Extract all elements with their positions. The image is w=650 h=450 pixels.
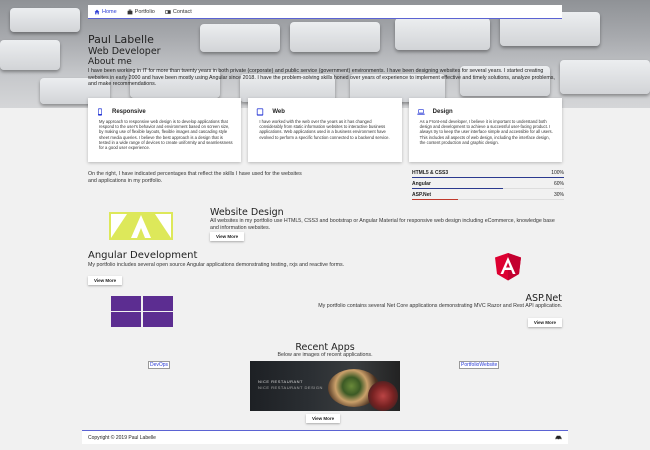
card-design: Design As a Front-end developer, I belie… bbox=[408, 98, 562, 162]
food-plate-image bbox=[368, 381, 398, 411]
skill-name: ASP.Net bbox=[412, 192, 432, 198]
hero-name: Paul Labelle bbox=[88, 33, 154, 46]
angular-title: Angular Development bbox=[88, 250, 198, 261]
website-design-view-more-button[interactable]: View More bbox=[210, 232, 245, 241]
hero-text: Paul Labelle Web Developer About me I ha… bbox=[88, 34, 558, 88]
nav-contact-label: Contact bbox=[172, 8, 192, 15]
skill-name: HTML5 & CSS3 bbox=[412, 170, 449, 176]
skill-name: Angular bbox=[412, 181, 431, 187]
angular-logo-icon bbox=[495, 253, 521, 281]
screenshot-heading: NICE RESTAURANT bbox=[258, 379, 303, 384]
skill-bar bbox=[412, 177, 564, 178]
card-text: As a Front-end developer, I believe it i… bbox=[419, 119, 553, 145]
top-navbar: Home Portfolio Contact bbox=[88, 5, 562, 19]
angular-text: My portfolio includes several open sourc… bbox=[88, 262, 345, 268]
recent-apps-view-more-button[interactable]: View More bbox=[306, 414, 341, 423]
recent-apps-subtitle: Below are images of recent applications. bbox=[277, 352, 373, 358]
card-web: Web I have worked with the web over the … bbox=[248, 98, 402, 162]
skill-percent: 60% bbox=[553, 181, 564, 187]
skill-item: HTML5 & CSS3 100% bbox=[412, 170, 564, 178]
card-text: I have worked with the web over the year… bbox=[259, 119, 390, 140]
nav-portfolio[interactable]: Portfolio bbox=[127, 9, 155, 15]
feature-cards: Responsive My approach to responsive web… bbox=[88, 98, 562, 162]
nav-contact[interactable]: Contact bbox=[165, 9, 192, 15]
nav-home[interactable]: Home bbox=[94, 9, 117, 15]
card-title: Web bbox=[272, 109, 285, 115]
keyboard-key bbox=[560, 60, 650, 94]
website-design-text: All websites in my portfolio use HTML5, … bbox=[210, 218, 555, 231]
card-responsive: Responsive My approach to responsive web… bbox=[88, 98, 242, 162]
angular-view-more-button[interactable]: View More bbox=[88, 276, 123, 285]
keyboard-key bbox=[0, 40, 60, 70]
skill-percent: 30% bbox=[553, 192, 564, 198]
car-icon[interactable] bbox=[555, 435, 562, 440]
mobile-icon bbox=[98, 108, 102, 116]
aspnet-view-more-button[interactable]: View More bbox=[527, 318, 562, 327]
card-header: Web bbox=[256, 108, 393, 116]
briefcase-icon bbox=[127, 9, 133, 14]
nav-portfolio-label: Portfolio bbox=[134, 8, 155, 15]
nav-home-label: Home bbox=[102, 8, 117, 15]
skill-percent: 100% bbox=[551, 170, 564, 176]
skill-bar bbox=[412, 199, 564, 200]
recent-app-screenshot[interactable]: NICE RESTAURANT NICE RESTAURANT DESIGN bbox=[250, 361, 400, 411]
skills-intro: On the right, I have indicated percentag… bbox=[88, 171, 302, 184]
skills-list: HTML5 & CSS3 100% Angular 60% ASP.Net 30% bbox=[412, 170, 564, 203]
skill-bar-fill bbox=[412, 177, 564, 178]
card-text: My approach to responsive web design is … bbox=[99, 119, 233, 151]
skill-item: Angular 60% bbox=[412, 181, 564, 189]
windows-logo-icon bbox=[111, 296, 173, 327]
about-heading: About me bbox=[88, 57, 132, 67]
website-design-title: Website Design bbox=[210, 207, 284, 218]
home-icon bbox=[94, 9, 100, 14]
adobe-logo-icon bbox=[109, 212, 173, 240]
laptop-icon bbox=[416, 109, 425, 115]
card-header: Responsive bbox=[96, 108, 233, 116]
tablet-icon bbox=[257, 108, 264, 116]
skill-bar bbox=[412, 188, 564, 189]
card-title: Design bbox=[432, 109, 453, 115]
card-title: Responsive bbox=[112, 109, 146, 115]
skill-bar-fill bbox=[412, 188, 504, 189]
skill-bar-fill bbox=[412, 199, 458, 200]
screenshot-subheading: NICE RESTAURANT DESIGN bbox=[258, 385, 323, 390]
about-text: I have been working in IT for more than … bbox=[88, 68, 555, 87]
copyright-text: Copyright © 2019 Paul Labelle bbox=[88, 434, 156, 441]
card-icon bbox=[165, 9, 171, 14]
aspnet-text: My portfolio contains several Net Core a… bbox=[318, 303, 562, 309]
footer: Copyright © 2019 Paul Labelle bbox=[82, 430, 568, 444]
card-header: Design bbox=[416, 108, 554, 116]
skill-item: ASP.Net 30% bbox=[412, 192, 564, 200]
hero-role: Web Developer bbox=[88, 46, 161, 57]
keyboard-key bbox=[10, 8, 80, 32]
portfolio-website-link[interactable]: PortfolioWebsite bbox=[459, 361, 500, 369]
devops-link[interactable]: DevOps bbox=[148, 361, 171, 369]
